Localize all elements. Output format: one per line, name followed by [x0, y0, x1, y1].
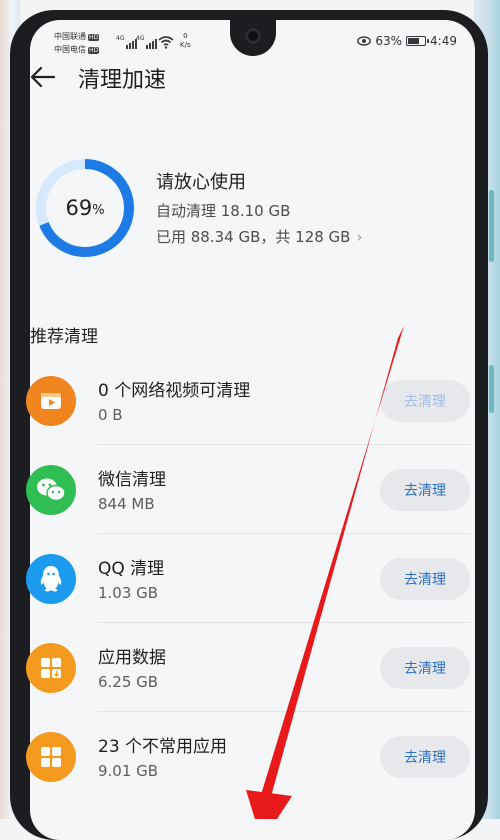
carrier-info: 中国联通 HD 中国电信 HD: [54, 31, 100, 57]
chevron-right-icon: ›: [356, 228, 363, 246]
clean-wechat-button[interactable]: 去清理: [380, 469, 470, 511]
signal-icon: 4G: [116, 35, 138, 49]
status-right: 63% 4:49: [357, 34, 457, 48]
page-header: 清理加速: [0, 58, 500, 98]
item-size: 844 MB: [98, 495, 155, 513]
auto-clean-info: 自动清理 18.10 GB: [156, 202, 291, 220]
volume-button: [489, 190, 494, 262]
storage-usage-link[interactable]: 已用 88.34 GB，共 128 GB ›: [156, 226, 362, 247]
item-size: 9.01 GB: [98, 762, 159, 780]
item-size: 0 B: [98, 406, 123, 424]
carrier-1: 中国联通: [54, 32, 86, 41]
page-title: 清理加速: [78, 68, 167, 93]
section-title: 推荐清理: [30, 327, 98, 347]
storage-status: 请放心使用: [156, 172, 246, 193]
app-data-icon: [26, 643, 76, 693]
item-size: 1.03 GB: [98, 584, 159, 602]
carrier-2: 中国电信: [54, 45, 86, 54]
status-bar: 中国联通 HD 中国电信 HD 4G 4G 0 K/s 63% 4:49: [54, 31, 457, 55]
storage-usage-text: 已用 88.34 GB，共 128 GB: [156, 228, 351, 246]
usage-percent: 69: [65, 196, 93, 220]
battery-icon: [406, 36, 430, 46]
eye-comfort-icon: [357, 36, 372, 46]
item-title: 0 个网络视频可清理: [98, 381, 251, 401]
qq-icon: [26, 554, 76, 604]
network-speed: 0 K/s: [180, 32, 191, 49]
usage-percent-label: 69%: [34, 157, 136, 259]
back-arrow-icon[interactable]: [28, 62, 58, 92]
clean-qq-button[interactable]: 去清理: [380, 558, 470, 600]
clock: 4:49: [430, 34, 457, 48]
unused-apps-icon: [26, 732, 76, 782]
item-title: 应用数据: [98, 648, 166, 668]
battery-percent: 63%: [375, 34, 403, 48]
hd-badge: HD: [88, 34, 100, 41]
item-title: 微信清理: [98, 470, 166, 490]
item-title: 23 个不常用应用: [98, 737, 228, 757]
percent-sign: %: [92, 202, 105, 218]
item-size: 6.25 GB: [98, 673, 159, 691]
list-item[interactable]: 0 个网络视频可清理 0 B 去清理: [0, 356, 500, 445]
list-item[interactable]: QQ 清理 1.03 GB 去清理: [0, 534, 500, 623]
list-item[interactable]: 23 个不常用应用 9.01 GB 去清理: [0, 712, 500, 801]
signal-icon: 4G: [136, 35, 158, 49]
wifi-icon: [158, 36, 174, 49]
wechat-icon: [26, 465, 76, 515]
list-item[interactable]: 应用数据 6.25 GB 去清理: [0, 623, 500, 712]
clean-video-button[interactable]: 去清理: [380, 380, 470, 422]
video-icon: [26, 376, 76, 426]
hd-badge: HD: [88, 47, 100, 54]
clean-app-data-button[interactable]: 去清理: [380, 647, 470, 689]
item-title: QQ 清理: [98, 559, 165, 579]
list-item[interactable]: 微信清理 844 MB 去清理: [0, 445, 500, 534]
clean-unused-apps-button[interactable]: 去清理: [380, 736, 470, 778]
